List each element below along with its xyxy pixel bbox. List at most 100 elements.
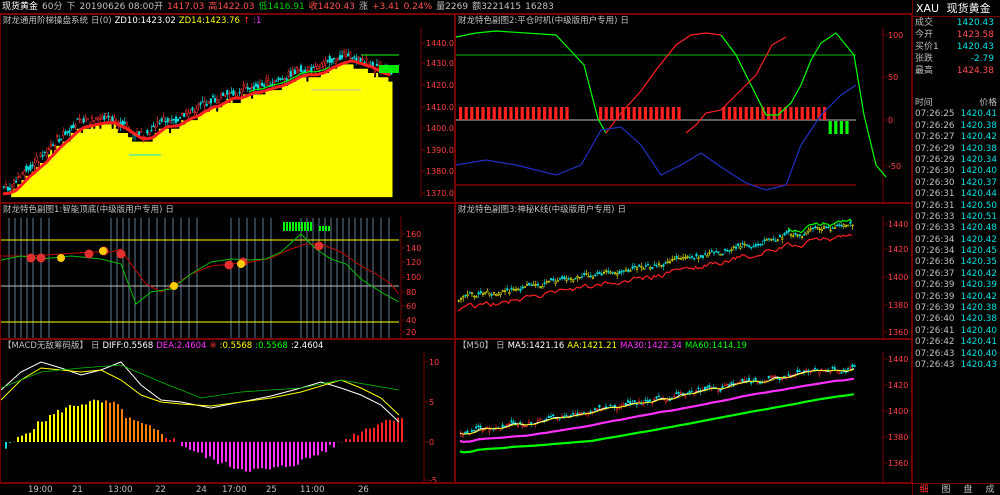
macd-panel[interactable]: 【MACD无敌筹码版】日 DIFF:0.5568 DEA:2.4604 ※:0.556… bbox=[0, 339, 455, 483]
candle-body bbox=[827, 226, 830, 229]
macd-bar bbox=[249, 442, 251, 472]
candle-body bbox=[279, 78, 282, 80]
macd-bar bbox=[5, 442, 7, 449]
signal-block bbox=[322, 226, 324, 231]
header-field: 高1422.03 bbox=[208, 2, 255, 12]
candle-body bbox=[574, 278, 577, 280]
macd-bar bbox=[393, 420, 395, 442]
tick-time: 07:26:26 bbox=[915, 120, 955, 131]
tick-price: 1420.41 bbox=[960, 109, 997, 120]
sub-chart-3-plot[interactable]: 1440 1420 1400 1380 1360 bbox=[456, 204, 912, 339]
sub-chart-1-panel[interactable]: 财龙特色副图1:智能顶底(中级版用户专用) 日 160 140 120 100 80 60 4… bbox=[0, 203, 455, 339]
candle-body bbox=[156, 120, 159, 123]
candle-body bbox=[847, 224, 850, 227]
macd-plot[interactable]: 10 5 0 -5 bbox=[1, 340, 455, 483]
candle-body bbox=[23, 170, 26, 176]
candle-body bbox=[174, 116, 178, 123]
tick-time: 07:26:40 bbox=[915, 314, 955, 325]
candle-body bbox=[218, 99, 221, 103]
macd-title: 【MACD无敌筹码版】日 DIFF:0.5568 DEA:2.4604 ※:0.556… bbox=[3, 341, 326, 352]
candle-body bbox=[818, 371, 821, 375]
candle-body bbox=[567, 278, 570, 280]
candle-body bbox=[772, 375, 775, 378]
candle-body bbox=[638, 264, 641, 267]
candle-body bbox=[780, 378, 784, 381]
candle-body bbox=[660, 265, 663, 267]
tick-time: 07:26:31 bbox=[915, 200, 955, 211]
macd-bar bbox=[221, 442, 223, 463]
panel-title-field: 日 bbox=[620, 16, 629, 26]
macd-bar bbox=[301, 442, 303, 460]
signal-bar bbox=[839, 121, 843, 134]
candle-body bbox=[805, 369, 808, 371]
candle-body bbox=[840, 372, 843, 374]
quote-label: 张跌 bbox=[915, 54, 934, 64]
smiley-icon bbox=[99, 247, 107, 255]
candle-body bbox=[561, 276, 564, 279]
candle-body bbox=[158, 122, 161, 125]
sub-chart-2-panel[interactable]: 财龙特色副图2:平仓时机(中级版用户专用) 日 100 50 0 -50 bbox=[455, 14, 912, 203]
candle-body bbox=[459, 298, 463, 300]
candle-body bbox=[666, 260, 669, 263]
sub-chart-2-title: 财龙特色副图2:平仓时机(中级版用户专用) 日 bbox=[458, 16, 632, 27]
candle-body bbox=[74, 124, 77, 127]
panel-title-field: ※ bbox=[209, 341, 217, 351]
y-axis-label: -5 bbox=[429, 476, 437, 483]
macd-bar bbox=[161, 434, 163, 442]
tick-list[interactable]: 时间 价格 07:26:25 1420.41 07:26:26 1420.38 07:26:… bbox=[913, 98, 1000, 371]
candle-body bbox=[347, 53, 350, 57]
candle-body bbox=[45, 151, 48, 157]
candle-body bbox=[271, 83, 274, 86]
candle-body bbox=[78, 118, 81, 120]
tick-price: 1420.40 bbox=[960, 166, 997, 177]
tick-time: 07:26:36 bbox=[915, 257, 955, 268]
macd-bar bbox=[197, 442, 199, 453]
macd-bar bbox=[237, 442, 239, 469]
side-tab-1[interactable]: 图 bbox=[941, 484, 950, 495]
ma-panel[interactable]: 【M50】日 MA5:1421.16 AA:1421.21 MA30:1422.34 M… bbox=[455, 339, 912, 483]
candle-body bbox=[41, 155, 44, 157]
candle-body bbox=[688, 257, 691, 259]
candle-body bbox=[578, 276, 581, 279]
tick-time: 07:26:37 bbox=[915, 268, 955, 279]
ma-plot[interactable]: 1440 1420 1400 1380 1360 bbox=[456, 340, 912, 483]
candle-body bbox=[693, 258, 696, 260]
sub-chart-1-plot[interactable]: 160140120100806040200 bbox=[1, 204, 455, 339]
side-tab-0[interactable]: 细 bbox=[919, 484, 928, 495]
candle-body bbox=[750, 246, 753, 249]
candle-body bbox=[728, 250, 731, 252]
signal-box-green bbox=[379, 65, 399, 73]
sub-chart-2-plot[interactable]: 100 50 0 -50 bbox=[456, 15, 912, 203]
candle-body bbox=[365, 58, 368, 61]
macd-bar bbox=[137, 421, 139, 442]
candle-body bbox=[585, 273, 588, 275]
candle-body bbox=[351, 57, 354, 59]
candle-body bbox=[565, 278, 568, 281]
macd-bar bbox=[17, 437, 19, 442]
candle-body bbox=[477, 425, 480, 427]
main-chart-panel[interactable]: 财龙通用阶梯操盘系统 日(0) ZD10:1423.02 ZD14:1423.76 ↑:… bbox=[0, 14, 455, 203]
tick-row: 07:26:30 1420.37 bbox=[913, 178, 1000, 189]
main-candle-chart[interactable]: 1440.0 1430.0 1420.0 1410.0 1400.0 1390.0 1380… bbox=[1, 15, 455, 203]
candle-body bbox=[616, 273, 619, 276]
tick-price: 1420.45 bbox=[960, 246, 997, 257]
macd-bar bbox=[189, 442, 191, 450]
signal-bar bbox=[772, 107, 776, 120]
signal-bar bbox=[750, 107, 754, 120]
side-tab-3[interactable]: 成 bbox=[985, 484, 994, 495]
candle-body bbox=[739, 246, 742, 249]
candle-body bbox=[375, 63, 378, 67]
macd-bar bbox=[97, 400, 99, 442]
candle-body bbox=[600, 273, 603, 276]
panel-title-field: AA:1421.21 bbox=[567, 341, 617, 351]
tick-row: 07:26:27 1420.42 bbox=[913, 132, 1000, 143]
side-tab-2[interactable]: 盘 bbox=[963, 484, 972, 495]
candle-body bbox=[538, 418, 542, 421]
signal-bar bbox=[828, 121, 832, 134]
sub-chart-3-panel[interactable]: 财龙特色副图3:神秘K线(中级版用户专用) 日 1440 1420 1400 1380 1… bbox=[455, 203, 912, 339]
candle-body bbox=[66, 131, 69, 134]
signal-block bbox=[328, 226, 330, 231]
candle-body bbox=[62, 131, 65, 137]
quote-header-bar: 现货黄金 60分下 20190626 08:00开 1417.03 高1422.03 低1… bbox=[0, 0, 912, 14]
candle-body bbox=[461, 434, 465, 437]
